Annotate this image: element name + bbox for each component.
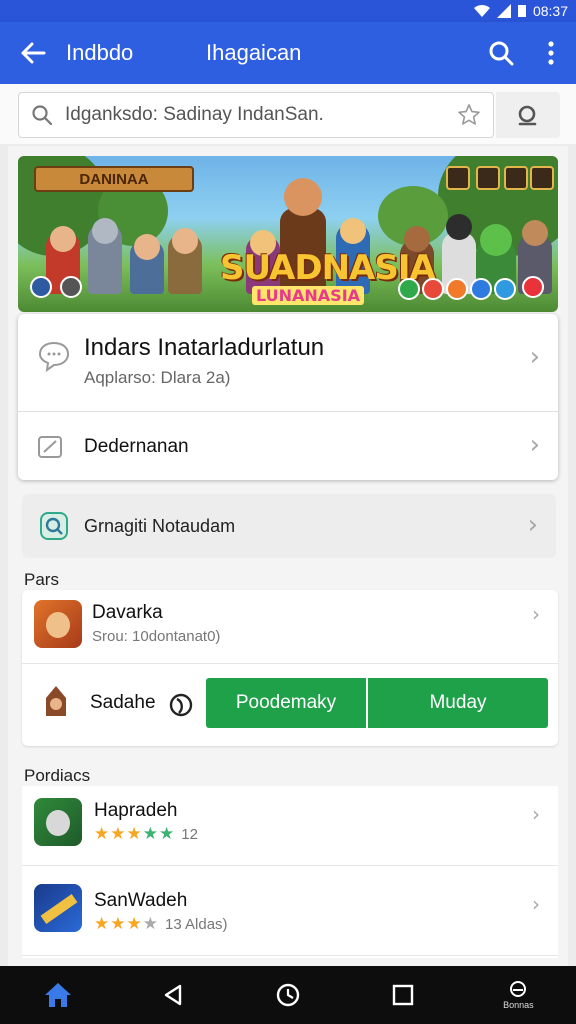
game-title: Davarka <box>92 602 163 623</box>
rating-count: 13 Aldas) <box>165 915 228 933</box>
wifi-icon <box>473 4 490 17</box>
home-icon <box>44 983 71 1007</box>
star-icon: ★ <box>126 914 142 934</box>
account-label: Bonnas <box>503 999 534 1010</box>
search-badge-icon <box>38 510 70 542</box>
recents-button[interactable] <box>373 966 433 1024</box>
triangle-back-icon <box>164 984 181 1006</box>
status-time: 08:37 <box>532 3 568 19</box>
circle-icon <box>276 983 300 1007</box>
back-button[interactable] <box>0 22 66 84</box>
account-icon <box>510 980 527 997</box>
rating-count: 12 <box>181 825 198 843</box>
banner-top-label: DANINAA <box>34 166 194 192</box>
chevron-right-icon: › <box>529 430 540 460</box>
rated-list-card: Hapradeh ★ ★ ★ ★ ★ 12 › SanWadeh ★ ★ ★ ★… <box>22 786 558 958</box>
primary-action-button[interactable]: Poodemaky <box>206 678 366 728</box>
chevron-right-icon: › <box>529 342 540 372</box>
chevron-right-icon: › <box>532 802 540 826</box>
star-rating: ★ ★ ★ ★ ★ 12 <box>94 824 198 844</box>
link-row[interactable]: Grnagiti Notaudam › <box>22 494 556 558</box>
star-icon: ★ <box>142 914 158 934</box>
signal-icon <box>496 4 511 18</box>
search-field-icon <box>19 104 65 126</box>
promo-banner[interactable]: DANINAA SUADNASIA LUNANASIA <box>18 156 558 312</box>
game-icon <box>34 600 82 648</box>
list-item[interactable]: Hapradeh ★ ★ ★ ★ ★ 12 › <box>22 786 558 866</box>
search-submit-button[interactable] <box>496 92 560 138</box>
circle-badge-icon <box>168 692 194 718</box>
info-title: Indars Inatarladurlatun <box>84 334 325 361</box>
section-header-pars: Pars <box>24 570 59 589</box>
info-subtitle: Aqplarso: Dlara 2a) <box>84 368 231 387</box>
app-bar: Indbdo Ihagaican <box>0 22 576 84</box>
star-icon: ★ <box>126 824 142 844</box>
battery-icon <box>517 5 526 17</box>
star-icon: ★ <box>142 824 158 844</box>
square-icon <box>392 984 414 1006</box>
list-item: Sadahe Poodemaky Muday <box>22 664 558 746</box>
app-title-center: Ihagaican <box>206 40 302 65</box>
secondary-action-button[interactable]: Muday <box>368 678 548 728</box>
search-icon <box>518 105 537 126</box>
chevron-right-icon: › <box>532 602 540 626</box>
game-icon <box>40 684 72 720</box>
chevron-right-icon: › <box>527 510 538 540</box>
section-header-pordiacs: Pordiacs <box>24 766 91 785</box>
assistant-button[interactable] <box>258 966 318 1024</box>
game-subtitle: Srou: 10dontanat0) <box>92 628 221 645</box>
chevron-right-icon: › <box>532 892 540 916</box>
account-button[interactable]: Bonnas <box>488 966 548 1024</box>
star-icon: ★ <box>94 914 110 934</box>
secondary-row[interactable]: Dedernanan › <box>18 412 558 480</box>
navigation-bar: Bonnas <box>0 966 576 1024</box>
star-icon: ★ <box>94 824 110 844</box>
favorite-star-icon[interactable] <box>445 103 493 127</box>
game-list-card: Davarka Srou: 10dontanat0) › Sadahe Pood… <box>22 590 558 746</box>
secondary-row-label: Dedernanan <box>84 436 189 457</box>
back-arrow-icon <box>21 42 46 64</box>
game-icon <box>34 884 82 932</box>
search-icon <box>489 41 514 66</box>
info-row[interactable]: Indars Inatarladurlatun Aqplarso: Dlara … <box>18 314 558 412</box>
app-title-left: Indbdo <box>66 40 134 65</box>
star-icon: ★ <box>110 824 126 844</box>
list-item[interactable]: SanWadeh ★ ★ ★ ★ 13 Aldas) › <box>22 866 558 956</box>
overflow-menu-button[interactable] <box>526 22 576 84</box>
link-row-label: Grnagiti Notaudam <box>84 516 236 536</box>
home-button[interactable] <box>28 966 88 1024</box>
status-bar: 08:37 <box>0 0 576 22</box>
info-card: Indars Inatarladurlatun Aqplarso: Dlara … <box>18 314 558 480</box>
banner-logo-sub: LUNANASIA <box>252 286 365 305</box>
search-input[interactable] <box>65 104 445 126</box>
star-rating: ★ ★ ★ ★ 13 Aldas) <box>94 914 228 934</box>
search-button[interactable] <box>476 22 526 84</box>
search-box <box>18 92 494 138</box>
more-vert-icon <box>548 41 554 65</box>
game-icon <box>34 798 82 846</box>
edit-box-icon <box>34 430 68 464</box>
list-item[interactable]: Davarka Srou: 10dontanat0) › <box>22 590 558 664</box>
star-icon: ★ <box>159 824 175 844</box>
star-icon: ★ <box>110 914 126 934</box>
chat-bubble-icon <box>34 336 74 376</box>
game-title: SanWadeh <box>94 890 188 911</box>
search-area <box>0 84 576 144</box>
game-title: Hapradeh <box>94 800 178 821</box>
game-title: Sadahe <box>90 692 156 713</box>
back-nav-button[interactable] <box>143 966 203 1024</box>
